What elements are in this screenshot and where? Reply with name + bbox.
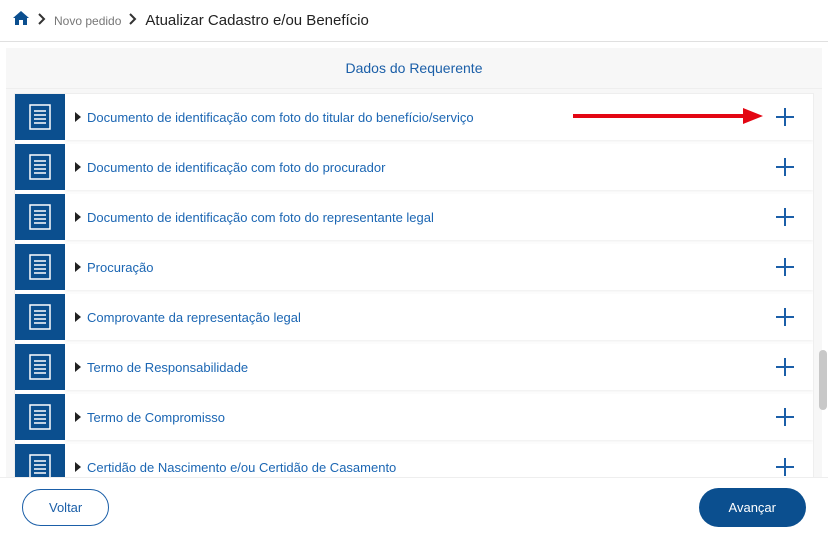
document-label: Documento de identificação com foto do p… xyxy=(87,160,761,175)
document-label: Documento de identificação com foto do r… xyxy=(87,210,761,225)
breadcrumb-link[interactable]: Novo pedido xyxy=(54,14,121,28)
document-list: Documento de identificação com foto do t… xyxy=(14,93,814,491)
document-icon xyxy=(28,353,52,381)
document-label: Procuração xyxy=(87,260,761,275)
document-label: Termo de Compromisso xyxy=(87,410,761,425)
chevron-right-icon xyxy=(75,112,81,122)
plus-icon xyxy=(774,306,796,328)
chevron-right-icon xyxy=(75,462,81,472)
plus-icon xyxy=(774,256,796,278)
document-content[interactable]: Termo de Responsabilidade xyxy=(65,344,813,390)
document-content[interactable]: Termo de Compromisso xyxy=(65,394,813,440)
document-row: Documento de identificação com foto do p… xyxy=(15,144,813,194)
document-row: Documento de identificação com foto do t… xyxy=(15,94,813,144)
plus-icon xyxy=(774,456,796,478)
add-document-button[interactable] xyxy=(767,356,803,378)
document-icon xyxy=(28,203,52,231)
document-icon xyxy=(28,103,52,131)
add-document-button[interactable] xyxy=(767,306,803,328)
document-icon-box xyxy=(15,244,65,290)
plus-icon xyxy=(774,406,796,428)
plus-icon xyxy=(774,206,796,228)
add-document-button[interactable] xyxy=(767,106,803,128)
home-icon[interactable] xyxy=(12,10,30,31)
footer-bar: Voltar Avançar xyxy=(0,477,828,539)
back-button[interactable]: Voltar xyxy=(22,489,109,526)
add-document-button[interactable] xyxy=(767,156,803,178)
add-document-button[interactable] xyxy=(767,206,803,228)
document-row: Termo de Responsabilidade xyxy=(15,344,813,394)
document-row: Comprovante da representação legal xyxy=(15,294,813,344)
document-content[interactable]: Documento de identificação com foto do t… xyxy=(65,94,813,140)
document-content[interactable]: Procuração xyxy=(65,244,813,290)
add-document-button[interactable] xyxy=(767,256,803,278)
document-icon xyxy=(28,403,52,431)
breadcrumb-current: Atualizar Cadastro e/ou Benefício xyxy=(145,12,368,29)
chevron-right-icon xyxy=(38,12,46,30)
forward-button[interactable]: Avançar xyxy=(699,488,806,527)
document-label: Termo de Responsabilidade xyxy=(87,360,761,375)
chevron-right-icon xyxy=(75,262,81,272)
add-document-button[interactable] xyxy=(767,456,803,478)
document-icon xyxy=(28,303,52,331)
breadcrumb: Novo pedido Atualizar Cadastro e/ou Bene… xyxy=(0,0,828,42)
chevron-right-icon xyxy=(75,212,81,222)
chevron-right-icon xyxy=(75,412,81,422)
plus-icon xyxy=(774,106,796,128)
chevron-right-icon xyxy=(75,312,81,322)
document-icon xyxy=(28,153,52,181)
document-label: Documento de identificação com foto do t… xyxy=(87,110,761,125)
plus-icon xyxy=(774,356,796,378)
document-row: Documento de identificação com foto do r… xyxy=(15,194,813,244)
section-title: Dados do Requerente xyxy=(6,48,822,89)
document-content[interactable]: Comprovante da representação legal xyxy=(65,294,813,340)
document-icon-box xyxy=(15,144,65,190)
document-icon-box xyxy=(15,344,65,390)
plus-icon xyxy=(774,156,796,178)
scrollbar-thumb[interactable] xyxy=(819,350,827,410)
document-content[interactable]: Documento de identificação com foto do r… xyxy=(65,194,813,240)
chevron-right-icon xyxy=(75,362,81,372)
add-document-button[interactable] xyxy=(767,406,803,428)
document-content[interactable]: Documento de identificação com foto do p… xyxy=(65,144,813,190)
document-label: Comprovante da representação legal xyxy=(87,310,761,325)
document-icon-box xyxy=(15,294,65,340)
panel: Dados do Requerente Documento de identif… xyxy=(6,48,822,491)
document-icon-box xyxy=(15,194,65,240)
document-icon-box xyxy=(15,94,65,140)
document-icon-box xyxy=(15,394,65,440)
document-row: Termo de Compromisso xyxy=(15,394,813,444)
chevron-right-icon xyxy=(75,162,81,172)
document-icon xyxy=(28,253,52,281)
document-row: Procuração xyxy=(15,244,813,294)
chevron-right-icon xyxy=(129,12,137,30)
document-label: Certidão de Nascimento e/ou Certidão de … xyxy=(87,460,761,475)
